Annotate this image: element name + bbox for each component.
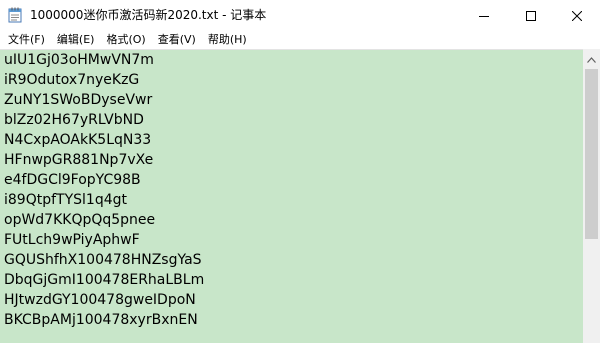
text-line[interactable]: e4fDGCl9FopYC98B bbox=[4, 170, 141, 190]
scroll-up-arrow-icon bbox=[587, 48, 596, 67]
text-line[interactable]: opWd7KKQpQq5pnee bbox=[4, 210, 155, 230]
notepad-window: 1000000迷你币激活码新2020.txt - 记事本 文件(F) 编辑(E)… bbox=[0, 0, 600, 343]
text-line[interactable]: i89QtpfTYSl1q4gt bbox=[4, 190, 127, 210]
title-bar[interactable]: 1000000迷你币激活码新2020.txt - 记事本 bbox=[0, 0, 600, 30]
text-line[interactable]: DbqGjGmI100478ERhaLBLm bbox=[4, 270, 204, 290]
notepad-icon bbox=[8, 7, 22, 23]
text-line[interactable]: blZz02H67yRLVbND bbox=[4, 110, 144, 130]
menu-edit[interactable]: 编辑(E) bbox=[52, 30, 100, 49]
menu-view[interactable]: 查看(V) bbox=[153, 30, 201, 49]
text-line[interactable]: HJtwzdGY100478gweIDpoN bbox=[4, 290, 196, 310]
menu-file[interactable]: 文件(F) bbox=[3, 30, 50, 49]
text-line[interactable]: iR9Odutox7nyeKzG bbox=[4, 70, 139, 90]
text-line[interactable]: BKCBpAMj100478xyrBxnEN bbox=[4, 310, 198, 330]
maximize-icon bbox=[526, 6, 536, 25]
close-icon bbox=[571, 6, 583, 25]
text-line[interactable]: FUtLch9wPiyAphwF bbox=[4, 230, 140, 250]
maximize-button[interactable] bbox=[508, 0, 554, 30]
menu-bar: 文件(F) 编辑(E) 格式(O) 查看(V) 帮助(H) bbox=[0, 30, 600, 49]
text-line[interactable]: GQUShfhX100478HNZsgYaS bbox=[4, 250, 202, 270]
text-line[interactable]: ZuNY1SWoBDyseVwr bbox=[4, 90, 152, 110]
minimize-icon bbox=[479, 6, 489, 25]
text-line[interactable]: HFnwpGR881Np7vXe bbox=[4, 150, 153, 170]
minimize-button[interactable] bbox=[461, 0, 507, 30]
menu-help[interactable]: 帮助(H) bbox=[203, 30, 252, 49]
text-line[interactable]: uIU1Gj03oHMwVN7m bbox=[4, 50, 154, 70]
window-title: 1000000迷你币激活码新2020.txt - 记事本 bbox=[30, 8, 267, 22]
scrollbar-thumb[interactable] bbox=[585, 69, 598, 239]
text-line[interactable]: N4CxpAOAkK5LqN33 bbox=[4, 130, 151, 150]
close-button[interactable] bbox=[554, 0, 600, 30]
vertical-scrollbar[interactable] bbox=[583, 49, 600, 343]
scroll-up-button[interactable] bbox=[583, 49, 600, 66]
menu-format[interactable]: 格式(O) bbox=[101, 30, 150, 49]
text-editor[interactable]: uIU1Gj03oHMwVN7m iR9Odutox7nyeKzG ZuNY1S… bbox=[0, 49, 583, 343]
